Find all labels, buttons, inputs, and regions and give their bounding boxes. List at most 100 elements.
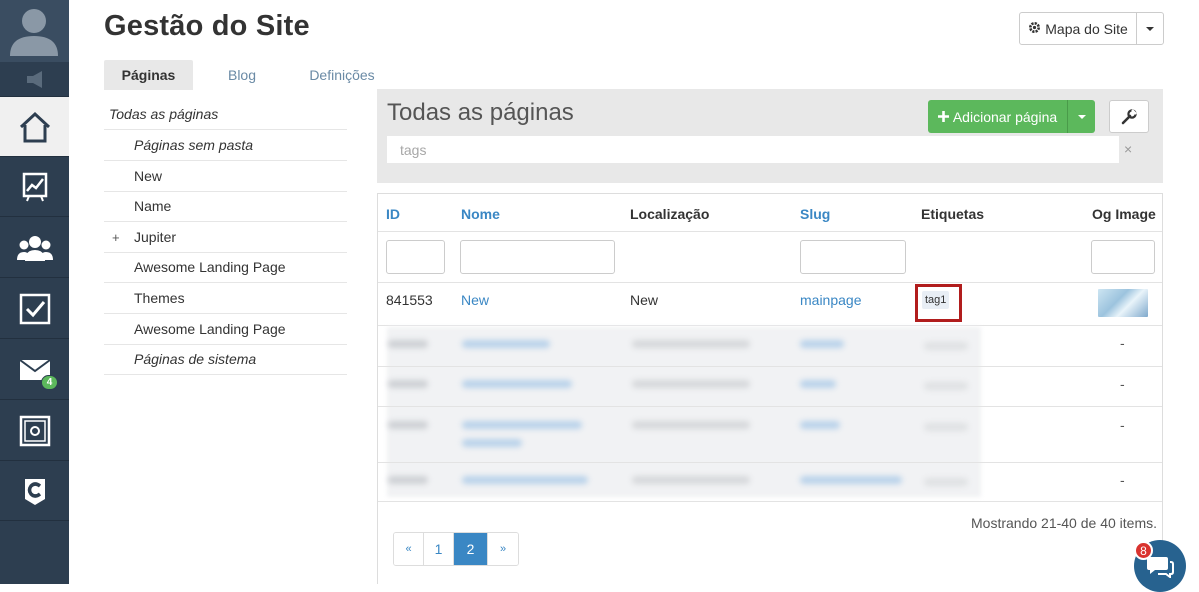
blurred-cell — [388, 340, 428, 348]
blurred-rows — [387, 327, 981, 497]
blurred-cell — [800, 380, 836, 388]
tree-item-awesome-landing-page[interactable]: Awesome Landing Page — [104, 252, 347, 283]
panel-title: Todas as páginas — [387, 99, 574, 126]
home-icon[interactable] — [0, 97, 69, 157]
sitemap-dropdown-toggle[interactable] — [1137, 13, 1163, 44]
add-page-button-group: Adicionar página — [928, 100, 1095, 133]
tree-item-new[interactable]: New — [104, 161, 347, 192]
blurred-cell — [462, 340, 550, 348]
blurred-cell — [800, 476, 902, 484]
tab-blog[interactable]: Blog — [203, 60, 281, 90]
caret-down-icon — [1077, 114, 1086, 119]
add-page-dropdown-toggle[interactable] — [1068, 100, 1095, 133]
users-icon[interactable] — [0, 218, 69, 278]
megaphone-icon[interactable] — [0, 62, 69, 97]
filter-id-input[interactable] — [386, 240, 445, 274]
pagination-page-2[interactable]: 2 — [454, 533, 488, 565]
mail-count-badge: 4 — [41, 375, 58, 390]
pagination-next[interactable]: » — [488, 533, 518, 565]
tab-paginas[interactable]: Páginas — [104, 60, 193, 90]
gear-icon — [1028, 21, 1041, 37]
clear-tags-icon[interactable]: × — [1124, 141, 1132, 157]
sitemap-button-group: Mapa do Site — [1019, 12, 1164, 45]
add-page-button[interactable]: Adicionar página — [928, 100, 1068, 133]
row-nome-link[interactable]: New — [461, 292, 489, 308]
tree-item-label: Todas as páginas — [109, 106, 219, 122]
sitemap-button[interactable]: Mapa do Site — [1020, 13, 1137, 44]
pagination: « 1 2 » — [393, 532, 519, 566]
wrench-icon — [1121, 108, 1137, 124]
showing-count: Mostrando 21-40 de 40 items. — [971, 515, 1157, 531]
column-header-id[interactable]: ID — [386, 206, 400, 222]
expand-plus-icon[interactable]: + — [112, 230, 120, 245]
blurred-cell — [462, 476, 588, 484]
vault-icon[interactable] — [0, 401, 69, 461]
blurred-cell — [462, 380, 572, 388]
blurred-cell — [800, 421, 840, 429]
c-logo-icon[interactable] — [0, 461, 69, 521]
divider — [378, 462, 1162, 463]
tree-item-label: New — [134, 168, 163, 184]
filter-slug-input[interactable] — [800, 240, 906, 274]
blurred-cell — [632, 476, 750, 484]
tree-item-system-pages[interactable]: Páginas de sistema — [104, 344, 347, 375]
blurred-cell — [388, 476, 428, 484]
og-image-empty: - — [1120, 472, 1125, 488]
column-header-nome[interactable]: Nome — [461, 206, 500, 222]
chat-bubble-icon — [1147, 557, 1174, 578]
tree-item-label: Name — [134, 198, 172, 214]
divider — [378, 501, 1162, 502]
column-header-slug[interactable]: Slug — [800, 206, 830, 222]
tree-item-themes[interactable]: Themes — [104, 283, 347, 314]
blurred-cell — [800, 340, 844, 348]
row-slug-link[interactable]: mainpage — [800, 292, 862, 308]
tab-definicoes[interactable]: Definições — [291, 60, 393, 90]
row-id: 841553 — [386, 292, 433, 308]
blurred-cell — [924, 382, 968, 390]
blurred-cell — [388, 421, 428, 429]
blurred-cell — [388, 380, 428, 388]
tree-item-label: Jupiter — [134, 229, 177, 245]
tree-item-all-pages[interactable]: Todas as páginas — [104, 99, 347, 130]
divider — [378, 325, 1162, 326]
divider — [378, 231, 1162, 232]
tree-item-name[interactable]: Name — [104, 191, 347, 222]
tree-item-pages-without-folder[interactable]: Páginas sem pasta — [104, 130, 347, 161]
divider — [378, 282, 1162, 283]
column-header-localizacao: Localização — [630, 206, 710, 222]
caret-down-icon — [1146, 26, 1154, 31]
checkbox-icon[interactable] — [0, 279, 69, 339]
chat-unread-badge: 8 — [1134, 541, 1153, 560]
main-sidebar: 4 — [0, 0, 69, 584]
avatar-icon[interactable] — [0, 0, 69, 62]
blurred-cell — [462, 439, 522, 447]
tree-item-label: Awesome Landing Page — [134, 321, 286, 337]
filter-og-image-input[interactable] — [1091, 240, 1155, 274]
blurred-cell — [924, 342, 968, 350]
divider — [378, 366, 1162, 367]
pagination-prev[interactable]: « — [394, 533, 424, 565]
mail-icon[interactable] — [0, 340, 69, 400]
blurred-cell — [462, 421, 582, 429]
tag-chip[interactable]: tag1 — [922, 291, 950, 309]
og-image-thumbnail[interactable] — [1098, 289, 1148, 317]
page-title: Gestão do Site — [104, 10, 310, 42]
divider — [378, 406, 1162, 407]
plus-icon — [937, 109, 949, 125]
add-page-label: Adicionar página — [952, 108, 1058, 125]
og-image-empty: - — [1120, 417, 1125, 433]
chart-icon[interactable] — [0, 157, 69, 217]
og-image-empty: - — [1120, 376, 1125, 392]
tree-item-label: Páginas de sistema — [134, 351, 257, 367]
filter-nome-input[interactable] — [460, 240, 615, 274]
tags-filter-input[interactable] — [387, 136, 1119, 163]
tree-item-awesome-landing-page-2[interactable]: Awesome Landing Page — [104, 314, 347, 345]
blurred-cell — [924, 423, 968, 431]
blurred-cell — [632, 421, 750, 429]
row-localizacao: New — [630, 292, 659, 308]
column-header-etiquetas: Etiquetas — [921, 206, 985, 222]
blurred-cell — [924, 478, 968, 486]
pagination-page-1[interactable]: 1 — [424, 533, 454, 565]
tree-item-jupiter[interactable]: + Jupiter — [104, 222, 347, 253]
settings-wrench-button[interactable] — [1109, 100, 1149, 133]
